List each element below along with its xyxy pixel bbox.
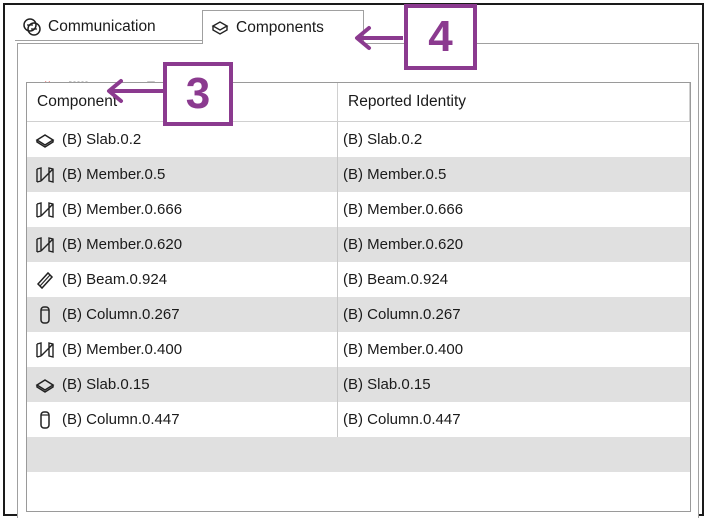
component-cell: (B) Column.0.267 [27, 297, 338, 332]
table-row[interactable]: (B) Member.0.666 (B) Member.0.666 [27, 192, 690, 227]
components-table: Component Reported Identity (B) Slab.0.2… [26, 82, 691, 512]
component-cell: (B) Member.0.400 [27, 332, 338, 367]
identity-cell: (B) Member.0.5 [343, 166, 447, 183]
component-name: (B) Column.0.447 [62, 411, 180, 428]
component-name: (B) Member.0.400 [62, 341, 183, 358]
component-name: (B) Beam.0.924 [62, 271, 168, 288]
beam-icon [36, 271, 54, 289]
table-row[interactable]: (B) Slab.0.2 (B) Slab.0.2 [27, 122, 690, 157]
column-icon [40, 410, 50, 429]
identity-cell: (B) Member.0.400 [343, 341, 464, 358]
table-row[interactable]: (B) Member.0.620 (B) Member.0.620 [27, 227, 690, 262]
component-cell: (B) Slab.0.2 [27, 122, 338, 157]
table-row[interactable]: (B) Beam.0.924 (B) Beam.0.924 [27, 262, 690, 297]
identity-cell: (B) Slab.0.2 [343, 131, 423, 148]
identity-cell: (B) Member.0.620 [343, 236, 464, 253]
callout-arrow-3 [107, 79, 165, 103]
column-header-reported-identity[interactable]: Reported Identity [338, 83, 690, 121]
identity-cell: (B) Column.0.447 [343, 411, 461, 428]
table-row[interactable]: (B) Column.0.267 (B) Column.0.267 [27, 297, 690, 332]
component-cell: (B) Member.0.620 [27, 227, 338, 262]
identity-cell: (B) Member.0.666 [343, 201, 464, 218]
tab-components-label: Components [236, 18, 324, 36]
communication-icon [23, 17, 41, 36]
callout-step-3-label: 3 [185, 69, 211, 118]
component-name: (B) Slab.0.2 [62, 131, 142, 148]
table-row[interactable]: (B) Column.0.447 (B) Column.0.447 [27, 402, 690, 437]
table-row[interactable]: (B) Slab.0.15 (B) Slab.0.15 [27, 367, 690, 402]
component-name: (B) Member.0.620 [62, 236, 183, 253]
component-name: (B) Column.0.267 [62, 306, 180, 323]
component-cell: (B) Member.0.5 [27, 157, 338, 192]
member-icon [36, 201, 54, 218]
identity-cell: (B) Column.0.267 [343, 306, 461, 323]
component-cell: (B) Column.0.447 [27, 402, 338, 437]
component-name: (B) Member.0.666 [62, 201, 183, 218]
component-name: (B) Member.0.5 [62, 166, 166, 183]
component-cell: (B) Slab.0.15 [27, 367, 338, 402]
table-row[interactable]: (B) Member.0.400 (B) Member.0.400 [27, 332, 690, 367]
callout-step-3: 3 [163, 62, 233, 126]
tab-components[interactable]: Components [202, 10, 364, 44]
component-cell: (B) Beam.0.924 [27, 262, 338, 297]
slab-icon [35, 378, 55, 393]
slab-icon [35, 133, 55, 148]
callout-step-4: 4 [404, 4, 477, 70]
table-row[interactable]: (B) Member.0.5 (B) Member.0.5 [27, 157, 690, 192]
column-icon [40, 305, 50, 324]
member-icon [36, 236, 54, 253]
tab-communication-label: Communication [48, 17, 156, 35]
identity-cell: (B) Slab.0.15 [343, 376, 431, 393]
empty-row [27, 437, 690, 472]
member-icon [36, 341, 54, 358]
callout-arrow-4 [355, 26, 403, 50]
components-icon [211, 20, 229, 35]
identity-cell: (B) Beam.0.924 [343, 271, 449, 288]
member-icon [36, 166, 54, 183]
component-cell: (B) Member.0.666 [27, 192, 338, 227]
component-name: (B) Slab.0.15 [62, 376, 150, 393]
tab-communication[interactable]: Communication [15, 13, 209, 41]
callout-step-4-label: 4 [428, 12, 453, 61]
